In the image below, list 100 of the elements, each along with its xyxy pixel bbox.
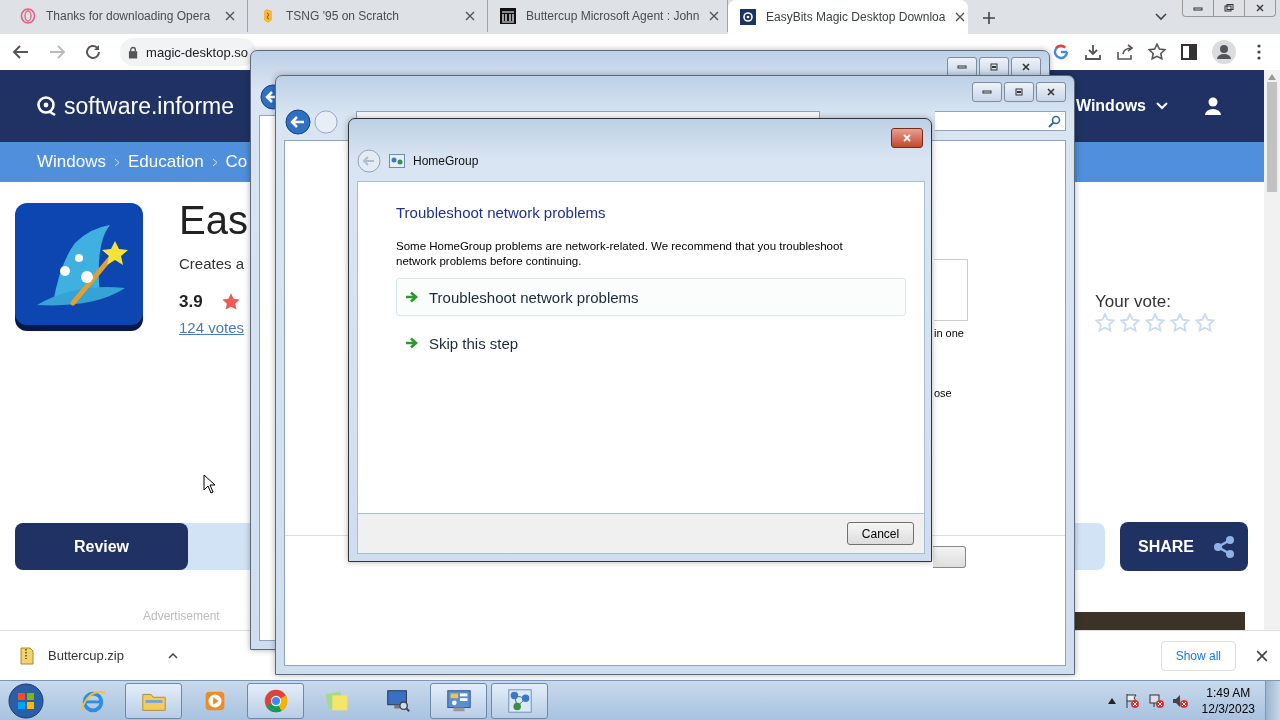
browser-tab[interactable]: Buttercup Microsoft Agent : John bbox=[488, 0, 728, 32]
dialog-heading: Troubleshoot network problems bbox=[396, 204, 607, 221]
side-panel-icon[interactable] bbox=[1180, 43, 1198, 61]
site-logo-text[interactable]: software.informe bbox=[64, 92, 234, 120]
close-icon bbox=[1255, 4, 1265, 12]
clock-date: 12/3/2023 bbox=[1201, 700, 1255, 717]
rating-star-icon[interactable] bbox=[1120, 313, 1140, 333]
star-icon[interactable] bbox=[1148, 43, 1166, 61]
close-icon[interactable] bbox=[955, 12, 966, 22]
magnifier-logo-icon bbox=[740, 9, 756, 25]
your-vote-label: Your vote: bbox=[1095, 292, 1171, 312]
panel-text: ose bbox=[934, 387, 952, 399]
download-icon[interactable] bbox=[1084, 43, 1102, 61]
plus-icon[interactable] bbox=[982, 11, 996, 25]
window-button[interactable] bbox=[933, 546, 966, 568]
taskbar-clock[interactable]: 1:49 AM 12/3/2023 bbox=[1201, 684, 1255, 717]
close-button[interactable] bbox=[1036, 82, 1066, 102]
star-icon bbox=[221, 292, 241, 312]
maximize-icon bbox=[1014, 88, 1024, 96]
rating-value: 3.9 bbox=[179, 292, 203, 312]
panel-box bbox=[934, 259, 968, 321]
reload-icon[interactable] bbox=[84, 43, 102, 61]
close-icon[interactable] bbox=[465, 11, 475, 21]
chevron-right-icon bbox=[113, 157, 120, 167]
minimize-icon bbox=[957, 63, 967, 71]
magnifier-logo-icon bbox=[36, 95, 58, 117]
close-icon bbox=[902, 134, 912, 142]
close-button[interactable] bbox=[1011, 57, 1041, 77]
close-icon[interactable] bbox=[709, 11, 720, 21]
browser-tab[interactable]: TSNG '95 on Scratch bbox=[248, 0, 488, 32]
taskbar-button[interactable] bbox=[247, 682, 304, 719]
address-bar[interactable]: magic-desktop.so bbox=[120, 38, 256, 66]
command-link[interactable]: Skip this step bbox=[396, 324, 906, 362]
search-icon bbox=[1048, 114, 1061, 128]
panel-text: in one bbox=[934, 327, 964, 339]
minimize-button[interactable] bbox=[947, 57, 977, 77]
caret-up-icon[interactable] bbox=[167, 652, 178, 659]
rating-star-icon[interactable] bbox=[1170, 313, 1190, 333]
lock-icon bbox=[128, 45, 139, 59]
close-icon[interactable] bbox=[225, 11, 235, 21]
app-title: Eas bbox=[179, 198, 248, 243]
share-icon bbox=[1212, 534, 1236, 559]
minimize-icon bbox=[1193, 4, 1203, 12]
flag-icon[interactable] bbox=[1123, 692, 1140, 709]
app-description: Creates a bbox=[179, 255, 245, 272]
maximize-button[interactable] bbox=[1004, 82, 1034, 102]
taskbar-button[interactable] bbox=[430, 682, 487, 719]
advertisement-label: Advertisement bbox=[143, 609, 220, 623]
search-field[interactable] bbox=[935, 111, 1066, 131]
show-all-button[interactable]: Show all bbox=[1160, 640, 1236, 671]
start-button[interactable] bbox=[8, 682, 44, 719]
arrow-right-icon bbox=[405, 291, 419, 303]
maximize-button[interactable] bbox=[979, 57, 1009, 77]
taskbar-button[interactable] bbox=[125, 682, 182, 719]
network-icon[interactable] bbox=[505, 686, 534, 715]
browser-tab[interactable]: Thanks for downloading Opera bbox=[8, 0, 248, 32]
close-icon bbox=[1021, 63, 1031, 71]
chevron-down-icon[interactable] bbox=[1154, 12, 1168, 22]
chevron-right-icon bbox=[211, 157, 218, 167]
minimize-button[interactable] bbox=[972, 82, 1002, 102]
rating-star-icon[interactable] bbox=[1145, 313, 1165, 333]
wizard-hat-icon bbox=[15, 203, 143, 331]
dialog-message: Some HomeGroup problems are network-related. We recommend that you troubleshoot network problems before continuing. bbox=[396, 239, 844, 269]
clock-time: 1:49 AM bbox=[1206, 684, 1251, 701]
close-icon bbox=[1046, 88, 1056, 96]
ring-logo-icon bbox=[20, 8, 36, 24]
minimize-icon bbox=[982, 88, 992, 96]
homegroup-icon bbox=[389, 154, 405, 168]
browser-tab[interactable]: EasyBits Magic Desktop Downloa bbox=[728, 0, 968, 34]
close-button[interactable] bbox=[891, 128, 923, 148]
command-link[interactable]: Troubleshoot network problems bbox=[396, 278, 906, 316]
zip-file-icon bbox=[20, 646, 34, 665]
dialog-location: HomeGroup bbox=[413, 154, 479, 168]
scroll-up-arrow-icon[interactable] bbox=[1268, 74, 1276, 80]
back-arrow-icon[interactable] bbox=[260, 84, 275, 110]
maximize-icon bbox=[989, 63, 999, 71]
cancel-button[interactable]: Cancel bbox=[847, 522, 914, 545]
chevron-down-icon bbox=[1156, 102, 1168, 110]
caret-up-icon[interactable] bbox=[1107, 697, 1116, 704]
mouse-pointer-icon bbox=[203, 474, 217, 494]
close-icon[interactable] bbox=[1256, 649, 1268, 662]
scrollbar-thumb[interactable] bbox=[1267, 82, 1277, 192]
share-icon[interactable] bbox=[1116, 43, 1134, 61]
votes-link[interactable]: 124 votes bbox=[179, 319, 245, 336]
download-item[interactable]: Buttercup.zip bbox=[20, 646, 178, 665]
back-arrow-icon[interactable] bbox=[12, 43, 30, 61]
platform-menu[interactable]: Windows bbox=[1075, 97, 1168, 115]
building-logo-icon bbox=[500, 8, 516, 24]
profile-avatar-icon[interactable] bbox=[1212, 40, 1236, 64]
restore-icon bbox=[1224, 4, 1234, 12]
taskbar-button[interactable] bbox=[491, 682, 548, 719]
network-icon[interactable] bbox=[1147, 692, 1164, 709]
rating-star-icon[interactable] bbox=[1195, 313, 1215, 333]
user-icon[interactable] bbox=[1204, 97, 1222, 115]
share-button[interactable]: SHARE bbox=[1120, 522, 1248, 571]
review-button[interactable]: Review bbox=[15, 523, 188, 570]
rating-star-icon[interactable] bbox=[1095, 313, 1115, 333]
arrow-right-icon bbox=[405, 337, 419, 349]
button-bar-background bbox=[1075, 523, 1105, 570]
g-logo-icon[interactable] bbox=[1052, 43, 1070, 61]
